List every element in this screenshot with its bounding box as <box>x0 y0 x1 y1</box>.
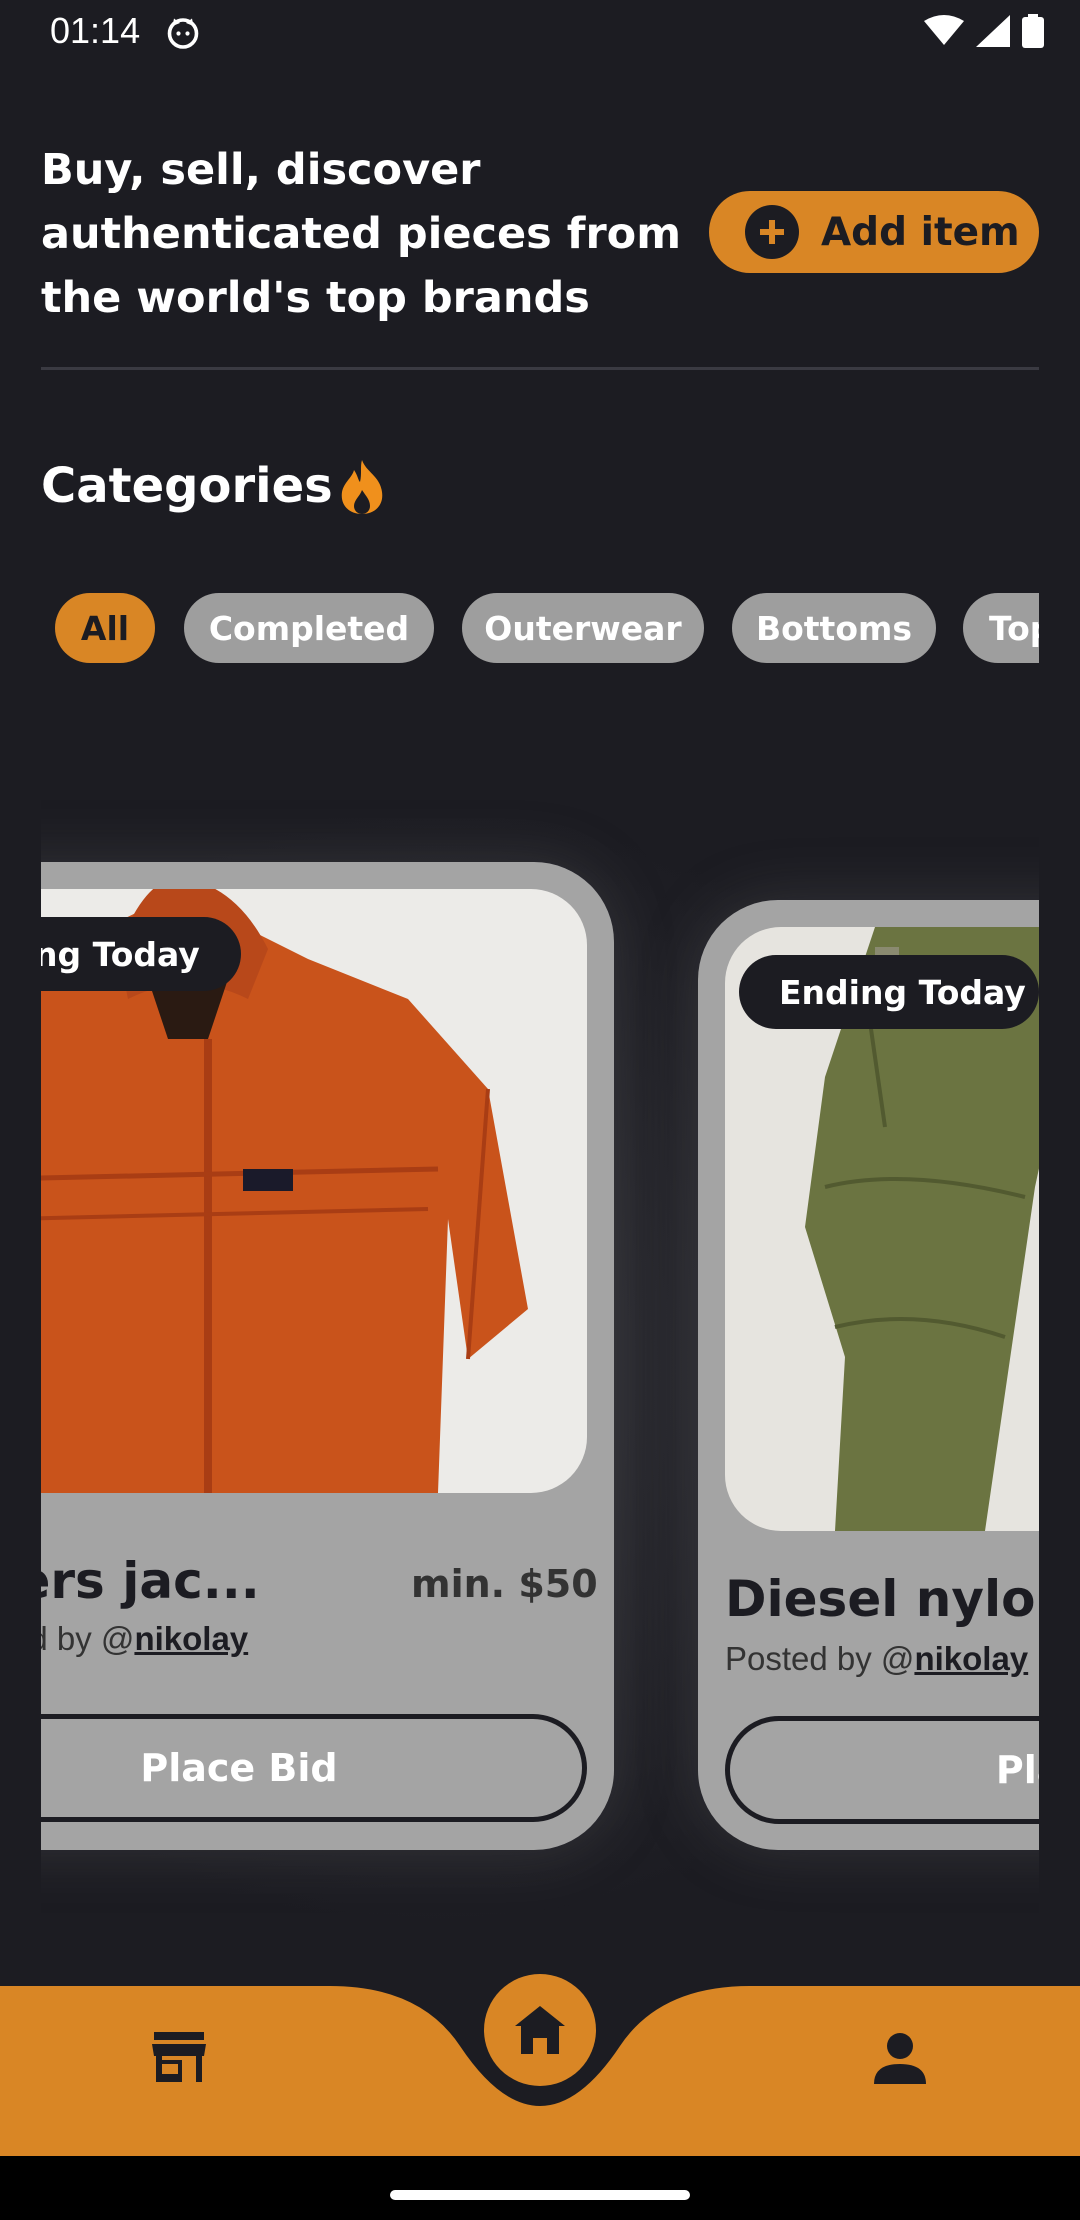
place-bid-label: Place Bid <box>140 1746 338 1790</box>
listings-carousel[interactable]: Ending Today Grasshoppers jac... min. $5… <box>41 800 1039 1940</box>
add-item-label: Add item <box>821 209 1020 255</box>
notification-cat-icon <box>167 18 199 49</box>
battery-icon <box>1022 14 1044 48</box>
chip-outerwear[interactable]: Outerwear <box>462 593 704 663</box>
person-icon[interactable] <box>874 2032 926 2084</box>
status-bar: 01:14 <box>0 0 1080 66</box>
add-circle-icon <box>745 205 799 259</box>
posted-prefix: Posted by @ <box>41 1620 135 1657</box>
listing-poster: Posted by @nikolay <box>725 1640 1028 1678</box>
chip-completed[interactable]: Completed <box>184 593 434 663</box>
listing-title: Grasshoppers jac... <box>41 1552 386 1610</box>
posted-prefix: Posted by @ <box>725 1640 915 1677</box>
status-icons <box>924 14 1044 48</box>
divider <box>41 367 1039 370</box>
username-link[interactable]: nikolay <box>914 1640 1028 1677</box>
category-chips: All Completed Outerwear Bottoms Tops <box>41 593 1039 663</box>
place-bid-button[interactable]: Place Bid <box>725 1716 1039 1824</box>
badge-text: Ending Today <box>41 934 200 974</box>
place-bid-label: Place Bid <box>995 1748 1039 1792</box>
status-time: 01:14 <box>50 10 141 51</box>
listing-card[interactable]: Ending Today Diesel nylon Posted by @nik… <box>698 900 1039 1850</box>
ending-today-badge: Ending Today <box>739 955 1039 1029</box>
listing-poster: Posted by @nikolay <box>41 1620 421 1658</box>
chip-all[interactable]: All <box>55 593 155 663</box>
categories-title: Categories <box>41 458 333 514</box>
flame-icon <box>341 460 383 514</box>
ending-today-badge: Ending Today <box>41 917 241 991</box>
wifi-icon <box>924 15 964 45</box>
chip-bottoms[interactable]: Bottoms <box>732 593 936 663</box>
signal-icon <box>976 15 1010 47</box>
store-icon[interactable] <box>152 2032 206 2082</box>
home-button[interactable] <box>484 1974 596 2086</box>
listing-card[interactable]: Ending Today Grasshoppers jac... min. $5… <box>41 862 614 1850</box>
gesture-bar <box>0 2156 1080 2220</box>
place-bid-button[interactable]: Place Bid <box>41 1714 587 1822</box>
username-link[interactable]: nikolay <box>134 1620 248 1657</box>
add-item-button[interactable]: Add item <box>709 191 1039 273</box>
listing-price: min. $50 <box>411 1562 598 1606</box>
hero-tagline: Buy, sell, discover authenticated pieces… <box>41 145 682 323</box>
home-icon <box>515 2006 565 2054</box>
listing-title-text: Grasshoppers jac... <box>41 1552 260 1610</box>
listing-title: Diesel nylon <box>725 1570 1039 1628</box>
chip-tops[interactable]: Tops <box>963 593 1039 663</box>
home-gesture-handle[interactable] <box>390 2190 690 2200</box>
